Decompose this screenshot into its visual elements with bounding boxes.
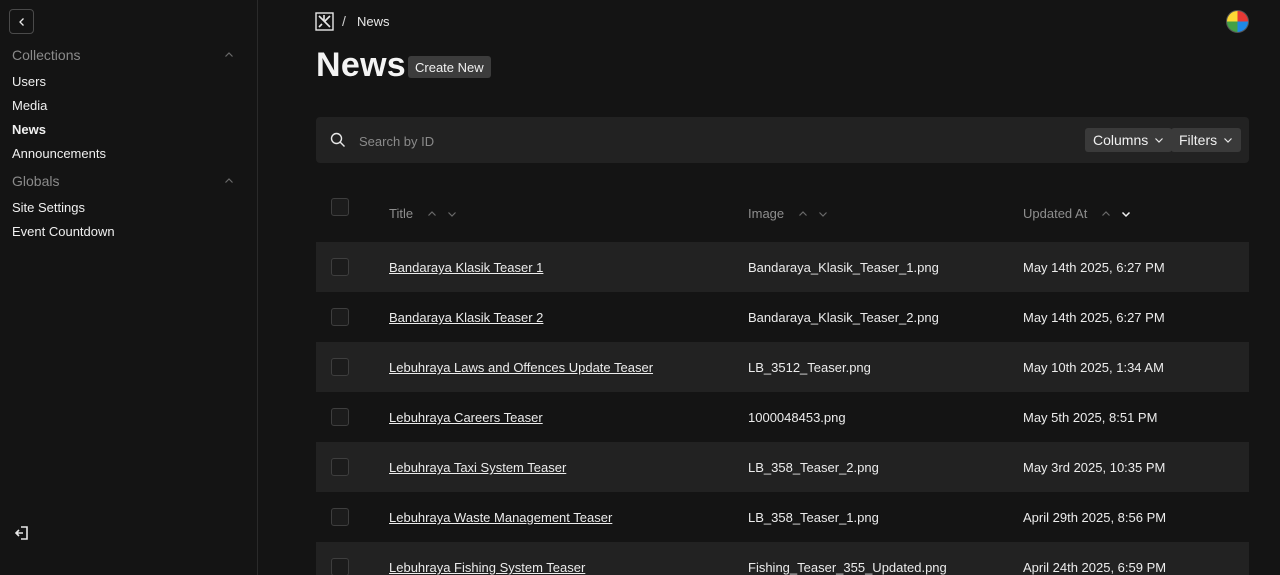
column-label: Image xyxy=(748,206,785,221)
breadcrumb-current: News xyxy=(357,14,390,29)
row-checkbox[interactable] xyxy=(331,258,349,276)
row-image: Bandaraya_Klasik_Teaser_2.png xyxy=(748,310,939,325)
nav-group-label: Globals xyxy=(12,173,60,189)
sort-desc-button[interactable] xyxy=(818,209,828,219)
search-icon xyxy=(330,132,345,147)
sidebar-item-news[interactable]: News xyxy=(12,122,46,137)
row-title-link[interactable]: Lebuhraya Waste Management Teaser xyxy=(389,510,612,525)
row-checkbox[interactable] xyxy=(331,458,349,476)
row-checkbox[interactable] xyxy=(331,358,349,376)
row-title-link[interactable]: Lebuhraya Fishing System Teaser xyxy=(389,560,585,575)
table-row: Lebuhraya Waste Management Teaser LB_358… xyxy=(316,492,1249,542)
table-row: Lebuhraya Fishing System Teaser Fishing_… xyxy=(316,542,1249,575)
row-title-link[interactable]: Bandaraya Klasik Teaser 1 xyxy=(389,260,543,275)
column-header-image: Image xyxy=(748,206,828,221)
row-updated-at: May 14th 2025, 6:27 PM xyxy=(1023,310,1165,325)
collapse-sidebar-button[interactable] xyxy=(9,9,34,34)
sidebar-item-media[interactable]: Media xyxy=(12,98,47,113)
row-image: LB_358_Teaser_2.png xyxy=(748,460,879,475)
chevron-left-icon xyxy=(18,17,24,26)
column-label: Title xyxy=(389,206,414,221)
sidebar-item-site-settings[interactable]: Site Settings xyxy=(12,200,85,215)
row-image: Bandaraya_Klasik_Teaser_1.png xyxy=(748,260,939,275)
row-updated-at: May 5th 2025, 8:51 PM xyxy=(1023,410,1158,425)
row-image: LB_3512_Teaser.png xyxy=(748,360,871,375)
sort-asc-button[interactable] xyxy=(798,209,808,219)
nav-group-label: Collections xyxy=(12,47,81,63)
sidebar-item-event-countdown[interactable]: Event Countdown xyxy=(12,224,115,239)
search-input[interactable] xyxy=(357,130,861,152)
chevron-up-icon xyxy=(1102,210,1111,216)
row-updated-at: April 29th 2025, 8:56 PM xyxy=(1023,510,1167,525)
row-image: LB_358_Teaser_1.png xyxy=(748,510,879,525)
create-new-button[interactable]: Create New xyxy=(408,56,491,78)
row-title-link[interactable]: Lebuhraya Taxi System Teaser xyxy=(389,460,566,475)
row-updated-at: May 10th 2025, 1:34 AM xyxy=(1023,360,1164,375)
row-title-link[interactable]: Lebuhraya Careers Teaser xyxy=(389,410,543,425)
column-label: Updated At xyxy=(1023,206,1088,221)
logout-icon xyxy=(14,526,28,540)
row-checkbox[interactable] xyxy=(331,508,349,526)
sidebar-item-users[interactable]: Users xyxy=(12,74,46,89)
row-updated-at: April 24th 2025, 6:59 PM xyxy=(1023,560,1167,575)
row-updated-at: May 14th 2025, 6:27 PM xyxy=(1023,260,1165,275)
sort-desc-button[interactable] xyxy=(1121,209,1131,219)
breadcrumb-separator: / xyxy=(342,13,346,29)
filters-button-label: Filters xyxy=(1179,132,1218,148)
table-row: Lebuhraya Careers Teaser 1000048453.png … xyxy=(316,392,1249,442)
select-all-checkbox[interactable] xyxy=(331,198,349,216)
row-updated-at: May 3rd 2025, 10:35 PM xyxy=(1023,460,1166,475)
table-row: Lebuhraya Taxi System Teaser LB_358_Teas… xyxy=(316,442,1249,492)
chevron-up-icon xyxy=(225,52,233,57)
chevron-down-icon xyxy=(1155,138,1164,143)
row-checkbox[interactable] xyxy=(331,408,349,426)
payload-logo-icon[interactable] xyxy=(315,12,334,31)
row-title-link[interactable]: Bandaraya Klasik Teaser 2 xyxy=(389,310,543,325)
chevron-up-icon xyxy=(428,210,437,216)
table-row: Bandaraya Klasik Teaser 2 Bandaraya_Klas… xyxy=(316,292,1249,342)
chevron-down-icon xyxy=(1122,211,1131,217)
table-row: Lebuhraya Laws and Offences Update Tease… xyxy=(316,342,1249,392)
row-image: 1000048453.png xyxy=(748,410,846,425)
chevron-down-icon xyxy=(1224,138,1233,143)
sort-asc-button[interactable] xyxy=(1101,209,1111,219)
list-controls: Columns Filters xyxy=(316,117,1249,163)
page-title: News xyxy=(316,46,407,84)
row-checkbox[interactable] xyxy=(331,558,349,575)
avatar[interactable] xyxy=(1226,10,1249,33)
columns-button[interactable]: Columns xyxy=(1085,128,1173,152)
chevron-down-icon xyxy=(448,211,457,217)
sidebar-item-announcements[interactable]: Announcements xyxy=(12,146,106,161)
sidebar: Collections Users Media News Announcemen… xyxy=(0,0,258,575)
table-header: Title Image Updated At xyxy=(316,190,1249,235)
row-title-link[interactable]: Lebuhraya Laws and Offences Update Tease… xyxy=(389,360,653,375)
column-header-title: Title xyxy=(389,206,457,221)
row-checkbox[interactable] xyxy=(331,308,349,326)
row-image: Fishing_Teaser_355_Updated.png xyxy=(748,560,947,575)
table-row: Bandaraya Klasik Teaser 1 Bandaraya_Klas… xyxy=(316,242,1249,292)
logout-button[interactable] xyxy=(13,524,31,542)
filters-button[interactable]: Filters xyxy=(1171,128,1242,152)
sort-desc-button[interactable] xyxy=(447,209,457,219)
columns-button-label: Columns xyxy=(1093,132,1149,148)
column-header-updated-at: Updated At xyxy=(1023,206,1131,221)
nav-group-globals[interactable]: Globals xyxy=(12,171,234,191)
chevron-up-icon xyxy=(799,210,808,216)
chevron-down-icon xyxy=(819,211,828,217)
nav-group-collections[interactable]: Collections xyxy=(12,45,234,65)
sort-asc-button[interactable] xyxy=(427,209,437,219)
chevron-up-icon xyxy=(225,178,233,183)
